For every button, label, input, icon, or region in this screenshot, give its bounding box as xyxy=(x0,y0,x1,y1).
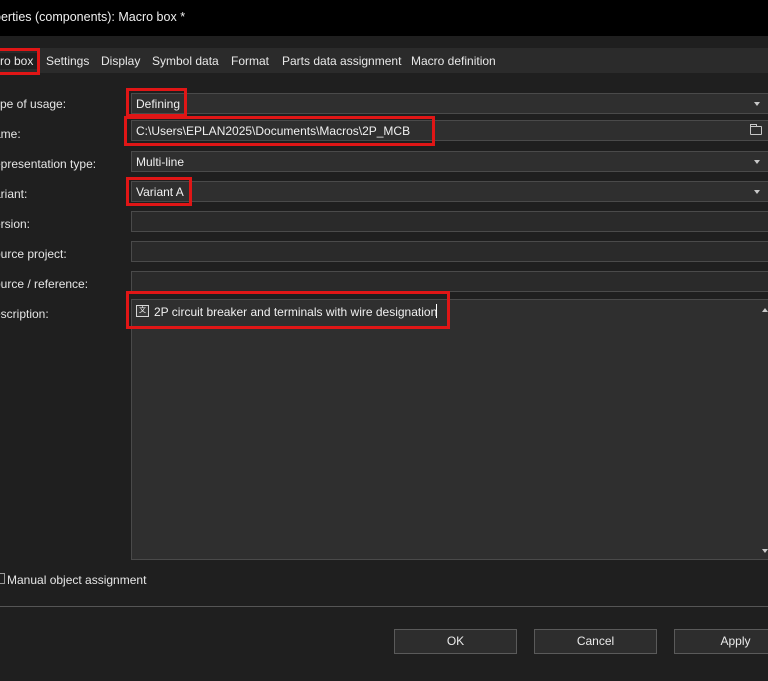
chevron-down-icon[interactable] xyxy=(754,190,760,194)
cancel-button[interactable]: Cancel xyxy=(534,629,657,654)
apply-button[interactable]: Apply xyxy=(674,629,768,654)
scroll-down-icon[interactable] xyxy=(762,549,768,553)
folder-browse-icon[interactable] xyxy=(750,124,762,135)
name-value: C:\Users\EPLAN2025\Documents\Macros\2P_M… xyxy=(136,124,411,138)
name-label: ame: xyxy=(0,127,21,141)
manual-object-assignment-label: Manual object assignment xyxy=(7,573,147,587)
representation-type-dropdown[interactable]: Multi-line xyxy=(131,151,768,172)
source-reference-field[interactable] xyxy=(131,271,768,292)
tab-strip: ro box Settings Display Symbol data Form… xyxy=(0,48,768,73)
description-label: escription: xyxy=(0,307,49,321)
tab-symbol-data[interactable]: Symbol data xyxy=(152,53,219,69)
source-reference-label: ource / reference: xyxy=(0,277,89,291)
source-project-field[interactable] xyxy=(131,241,768,262)
ok-button[interactable]: OK xyxy=(394,629,517,654)
representation-type-label: epresentation type: xyxy=(0,157,97,171)
tab-display[interactable]: Display xyxy=(101,53,140,69)
variant-value: Variant A xyxy=(136,185,184,199)
window-title: perties (components): Macro box * xyxy=(0,10,186,24)
chevron-down-icon[interactable] xyxy=(754,160,760,164)
version-field[interactable] xyxy=(131,211,768,232)
tab-macro-box[interactable]: ro box xyxy=(0,53,37,69)
description-textarea[interactable]: 文 2P circuit breaker and terminals with … xyxy=(131,299,768,560)
text-cursor xyxy=(436,304,437,318)
tab-format[interactable]: Format xyxy=(231,53,269,69)
title-bar: perties (components): Macro box * xyxy=(0,0,768,36)
manual-object-assignment-checkbox[interactable] xyxy=(0,573,5,584)
variant-label: ariant: xyxy=(0,187,28,201)
variant-dropdown[interactable]: Variant A xyxy=(131,181,768,202)
name-field[interactable]: C:\Users\EPLAN2025\Documents\Macros\2P_M… xyxy=(131,120,768,141)
type-of-usage-dropdown[interactable]: Defining xyxy=(131,93,768,114)
description-value: 2P circuit breaker and terminals with wi… xyxy=(154,305,438,319)
tab-macro-definition[interactable]: Macro definition xyxy=(411,53,496,69)
tab-settings[interactable]: Settings xyxy=(46,53,89,69)
source-project-label: ource project: xyxy=(0,247,67,261)
chevron-down-icon[interactable] xyxy=(754,102,760,106)
language-icon[interactable]: 文 xyxy=(136,305,149,317)
type-of-usage-label: ype of usage: xyxy=(0,97,67,111)
type-of-usage-value: Defining xyxy=(136,97,181,111)
version-label: ersion: xyxy=(0,217,31,231)
divider xyxy=(0,606,768,607)
scroll-up-icon[interactable] xyxy=(762,308,768,312)
representation-type-value: Multi-line xyxy=(136,155,185,169)
tab-parts-data-assignment[interactable]: Parts data assignment xyxy=(282,53,401,69)
